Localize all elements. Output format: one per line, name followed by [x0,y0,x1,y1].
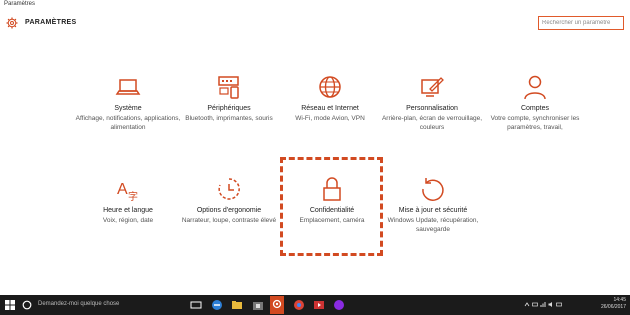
gear-icon [272,299,282,309]
app-icon[interactable] [333,299,345,311]
network-icon[interactable] [540,301,546,308]
tile-heure-langue[interactable]: A 字 Heure et langue Voix, région, date [73,176,183,225]
time-language-icon: A 字 [117,181,138,202]
devices-icon [218,76,239,99]
tile-title: Réseau et Internet [301,105,359,112]
tile-description: Narrateur, loupe, contraste élevé [181,217,277,224]
person-icon [524,75,546,100]
tile-description: Votre compte, synchroniser les paramètre… [490,115,580,131]
media-icon[interactable] [313,299,325,311]
tile-title: Personnalisation [406,105,458,112]
globe-icon [319,76,341,98]
chrome-icon[interactable] [293,299,305,311]
task-view-icon[interactable] [190,299,202,311]
cortana-icon[interactable] [22,300,32,310]
file-explorer-icon[interactable] [231,299,243,311]
paint-icon [421,77,444,97]
edge-browser-icon[interactable] [211,299,223,311]
window-title: Paramètres [4,1,36,7]
tile-title: Périphériques [207,105,251,112]
clock-date: 26/06/2017 [600,304,626,310]
tile-reseau[interactable]: Réseau et Internet Wi-Fi, mode Avion, VP… [275,74,385,123]
ease-of-access-icon [218,178,240,200]
tile-description: Wi-Fi, mode Avion, VPN [295,115,365,122]
tile-description: Bluetooth, imprimantes, souris [185,115,273,122]
header: PARAMÈTRES [0,12,630,34]
search-input[interactable] [538,16,624,30]
tile-systeme[interactable]: Système Affichage, notifications, applic… [73,74,183,132]
svg-text:字: 字 [128,190,138,202]
page-title: PARAMÈTRES [25,19,77,26]
svg-text:A: A [117,181,128,198]
laptop-icon [115,79,141,95]
tile-title: Options d'ergonomie [196,207,262,214]
battery-icon[interactable] [532,301,538,308]
windows-start-icon[interactable] [5,300,15,310]
tile-title: Comptes [520,105,549,112]
clock-time: 14:45 [613,297,626,303]
tile-description: Affichage, notifications, applications, … [75,115,181,131]
gear-icon [6,17,18,29]
chevron-up-icon[interactable] [524,301,530,308]
taskbar: Demandez-moi quelque chose 14:45 26/06/2… [0,295,630,315]
settings-taskbar-button[interactable] [270,296,284,314]
taskbar-search[interactable]: Demandez-moi quelque chose [38,301,119,307]
tile-personnalisation[interactable]: Personnalisation Arrière-plan, écran de … [377,74,487,132]
tile-comptes[interactable]: Comptes Votre compte, synchroniser les p… [480,74,590,132]
tile-peripheriques[interactable]: Périphériques Bluetooth, imprimantes, so… [174,74,284,123]
tile-title: Heure et langue [103,207,153,214]
tile-description: Windows Update, récupération, sauvegarde [387,217,479,233]
tile-title: Mise à jour et sécurité [398,207,468,214]
tile-mise-a-jour[interactable]: Mise à jour et sécurité Windows Update, … [378,176,488,234]
tile-description: Arrière-plan, écran de verrouillage, cou… [381,115,483,131]
keyboard-icon[interactable] [556,301,562,308]
tile-ergonomie[interactable]: Options d'ergonomie Narrateur, loupe, co… [174,176,284,225]
store-icon[interactable] [252,299,264,311]
highlight-box [280,157,383,256]
clock[interactable]: 14:45 26/06/2017 [601,297,626,311]
update-icon [422,178,444,201]
volume-icon[interactable] [548,301,554,308]
tile-description: Voix, région, date [102,217,154,224]
tile-title: Système [114,105,142,112]
